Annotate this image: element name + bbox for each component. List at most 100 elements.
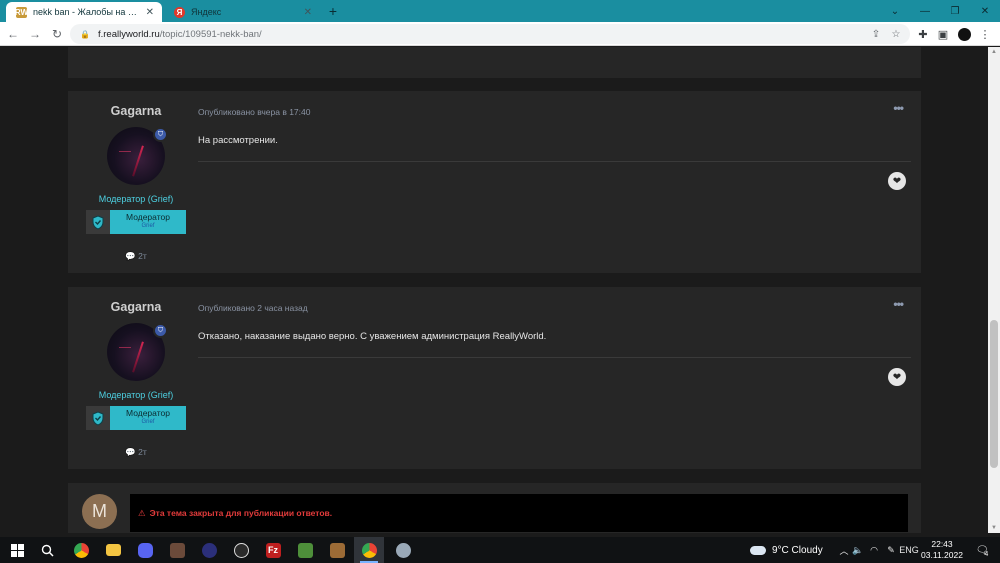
address-bar[interactable]: 🔒 f.reallyworld.ru/topic/109591-nekk-ban… (70, 24, 910, 44)
taskbar-file-explorer[interactable] (98, 537, 128, 563)
reallyworld-favicon-icon: RW (14, 6, 29, 18)
author-role: Модератор (Grief) (98, 194, 174, 204)
launcher-chest-icon (329, 542, 345, 558)
like-heart-icon[interactable]: ❤ (888, 368, 906, 386)
weather-widget[interactable]: 9°C Cloudy (750, 537, 823, 563)
scroll-up-arrow-icon[interactable]: ▲ (988, 47, 1000, 57)
close-window-button[interactable]: ✕ (970, 0, 1000, 22)
scroll-down-arrow-icon[interactable]: ▼ (988, 523, 1000, 533)
tab-title: nekk ban - Жалобы на АнтиЧит (33, 7, 142, 17)
discord-icon (137, 542, 153, 558)
taskbar-app-misc[interactable] (388, 537, 418, 563)
wifi-icon[interactable]: ◠ (868, 537, 880, 563)
volume-icon[interactable]: 🔈 (852, 537, 864, 563)
url-path: /topic/109591-nekk-ban/ (159, 28, 262, 40)
taskbar-app-obs[interactable] (226, 537, 256, 563)
browser-tab-strip: RW nekk ban - Жалобы на АнтиЧит ✕ Я Янде… (0, 0, 1000, 22)
forward-button[interactable]: → (26, 25, 44, 43)
rank-title: Модератор (126, 408, 170, 418)
notification-center-icon[interactable]: 🗨 4 (970, 537, 994, 563)
chrome-icon (361, 542, 377, 558)
windows-taskbar: Fz 9°C Cloudy ︿ 🔈 ◠ ✎ ENG 22:43 03.11.20… (0, 537, 1000, 563)
taskbar-filezilla[interactable]: Fz (258, 537, 288, 563)
post-options-icon[interactable]: ••• (893, 101, 904, 115)
previous-post-bottom (68, 47, 921, 78)
scrollbar-thumb[interactable] (990, 320, 998, 468)
moderator-shield-icon: ⛉ (153, 323, 168, 338)
locked-message: Эта тема закрыта для публикации ответов. (149, 508, 333, 518)
taskbar-minecraft[interactable] (290, 537, 320, 563)
search-icon (41, 544, 54, 557)
extensions-puzzle-icon[interactable]: ✚ (914, 25, 932, 43)
page-viewport: Gagarna ⛉ Модератор (Grief) Модератор Gr… (0, 47, 988, 533)
cloud-icon (750, 545, 766, 555)
browser-toolbar: ← → ↻ 🔒 f.reallyworld.ru/topic/109591-ne… (0, 22, 1000, 46)
taskbar-chrome-active[interactable] (354, 537, 384, 563)
tab-close-icon[interactable]: ✕ (146, 7, 154, 18)
rank-badge: Модератор Grief (86, 406, 186, 430)
taskbar-discord[interactable] (130, 537, 160, 563)
comment-bubble-icon: 💬 (125, 447, 136, 457)
folder-icon (105, 544, 121, 556)
menu-kebab-icon[interactable]: ⋮ (976, 25, 994, 43)
comment-bubble-icon: 💬 (125, 251, 136, 261)
taskbar-chrome[interactable] (66, 537, 96, 563)
tray-chevron-up-icon[interactable]: ︿ (838, 537, 850, 563)
author-name[interactable]: Gagarna (86, 300, 186, 314)
system-clock[interactable]: 22:43 03.11.2022 (918, 539, 966, 561)
post-content: На рассмотрении. (198, 135, 278, 146)
new-tab-button[interactable]: + (325, 2, 341, 20)
minecraft-icon (297, 542, 313, 558)
pen-icon[interactable]: ✎ (884, 537, 898, 563)
app-icon (395, 542, 411, 558)
author-name[interactable]: Gagarna (86, 104, 186, 118)
windows-logo-icon (10, 543, 24, 557)
url-host: f.reallyworld.ru (97, 28, 160, 40)
like-heart-icon[interactable]: ❤ (888, 172, 906, 190)
post: Gagarna ⛉ Модератор (Grief) Модератор Gr… (68, 287, 921, 469)
tab-nekk-ban[interactable]: RW nekk ban - Жалобы на АнтиЧит ✕ (6, 2, 162, 22)
post-content: Отказано, наказание выдано верно. С уваж… (198, 331, 547, 342)
post-timestamp[interactable]: Опубликовано вчера в 17:40 (198, 107, 310, 117)
back-button[interactable]: ← (4, 25, 22, 43)
clock-time: 22:43 (931, 539, 953, 549)
divider (198, 357, 911, 358)
moderator-shield-icon: ⛉ (153, 127, 168, 142)
taskbar-minecraft-launcher[interactable] (322, 537, 352, 563)
profile-avatar[interactable] (955, 25, 973, 43)
chrome-icon (73, 542, 89, 558)
author-role: Модератор (Grief) (98, 390, 174, 400)
rank-subtitle: Grief (141, 418, 155, 425)
globe-app-icon (201, 542, 217, 558)
reload-button[interactable]: ↻ (48, 25, 66, 43)
warning-icon: ⚠ (138, 507, 146, 518)
bookmark-star-icon[interactable]: ☆ (887, 25, 905, 43)
rank-badge: Модератор Grief (86, 210, 186, 234)
weather-text: 9°C Cloudy (772, 544, 823, 556)
obs-icon (233, 542, 249, 558)
share-icon[interactable]: ⇪ (867, 25, 885, 43)
search-button[interactable] (32, 537, 62, 563)
language-indicator[interactable]: ENG (899, 537, 919, 563)
taskbar-app-globe[interactable] (194, 537, 224, 563)
clock-date: 03.11.2022 (921, 550, 963, 560)
game-app-icon (169, 542, 185, 558)
comment-count: 💬 2т (125, 251, 147, 261)
filezilla-icon: Fz (265, 542, 281, 558)
current-user-avatar[interactable]: M (82, 494, 117, 529)
maximize-button[interactable]: ❐ (940, 0, 970, 22)
start-button[interactable] (2, 537, 32, 563)
tab-yandex[interactable]: Я Яндекс ✕ (164, 2, 320, 22)
rank-title: Модератор (126, 212, 170, 222)
page-scrollbar[interactable]: ▲ ▼ (988, 47, 1000, 533)
post-options-icon[interactable]: ••• (893, 297, 904, 311)
topic-locked-notice: ⚠ Эта тема закрыта для публикации ответо… (130, 494, 908, 532)
tab-search-chevron-icon[interactable]: ⌄ (880, 0, 910, 22)
taskbar-game-app[interactable] (162, 537, 192, 563)
yandex-favicon-icon: Я (174, 6, 185, 18)
tab-close-icon[interactable]: ✕ (304, 7, 312, 18)
divider (198, 161, 911, 162)
side-panel-icon[interactable]: ▣ (934, 25, 952, 43)
minimize-button[interactable]: — (910, 0, 940, 22)
post-timestamp[interactable]: Опубликовано 2 часа назад (198, 303, 308, 313)
